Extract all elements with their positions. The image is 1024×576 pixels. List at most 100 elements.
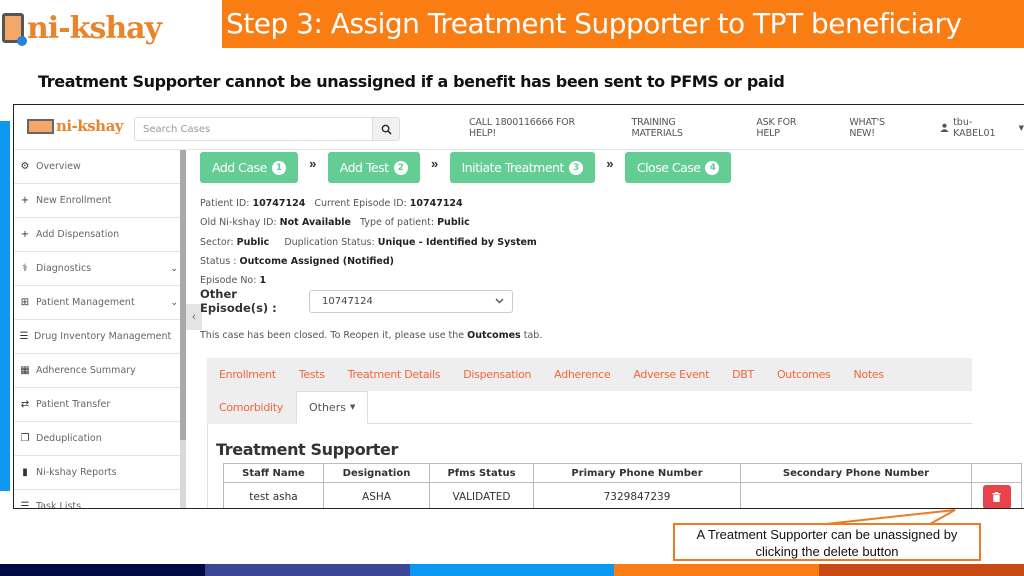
tab-treatment-details[interactable]: Treatment Details	[336, 368, 452, 381]
search-input[interactable]	[134, 117, 372, 141]
tab-comorbidity[interactable]: Comorbidity	[207, 401, 294, 414]
nav-call-help[interactable]: CALL 1800116666 FOR HELP!	[469, 117, 604, 139]
app-logo[interactable]: ni-kshay	[27, 117, 124, 135]
main-content: Add Case 1 » Add Test 2 » Initiate Treatme…	[200, 150, 1024, 508]
msg-text: tab.	[520, 330, 543, 341]
other-episodes: Other Episode(s) : 10747124	[200, 287, 513, 315]
cell-primary-phone: 7329847239	[533, 482, 741, 508]
footer-color-strip	[0, 564, 1024, 576]
patient-id: 10747124	[252, 198, 306, 209]
sidebar-item-drug-inventory-management[interactable]: ☰ Drug Inventory Management	[14, 320, 186, 354]
search-icon	[381, 124, 392, 135]
other-episodes-select[interactable]: 10747124	[309, 289, 513, 313]
case-tabs: Enrollment Tests Treatment Details Dispensa…	[207, 358, 972, 391]
double-chevron-icon: »	[430, 156, 439, 171]
search-button[interactable]	[372, 117, 400, 141]
col-staff-name: Staff Name	[223, 463, 324, 483]
sidebar-item-label: New Enrollment	[36, 195, 112, 206]
sidebar-item-patient-management[interactable]: ⊞ Patient Management ⌄	[14, 286, 186, 320]
file-icon: ▮	[22, 467, 28, 478]
sidebar-item-label: Task Lists	[36, 501, 82, 509]
label: Old Ni-kshay ID:	[200, 217, 277, 229]
patient-id-line: Patient ID: 10747124 Current Episode ID:…	[200, 194, 537, 213]
sidebar-item-label: Overview	[36, 161, 81, 172]
tab-notes[interactable]: Notes	[842, 368, 895, 381]
footer-segment	[204, 564, 410, 576]
tab-outcomes[interactable]: Outcomes	[765, 368, 842, 381]
col-primary-phone: Primary Phone Number	[533, 463, 741, 483]
col-pfms-status: Pfms Status	[429, 463, 534, 483]
sidebar-item-label: Patient Management	[36, 297, 135, 308]
nav-training-materials[interactable]: TRAINING MATERIALS	[631, 117, 729, 139]
episode-id: 10747124	[409, 198, 463, 209]
user-icon	[940, 123, 949, 132]
double-chevron-icon: »	[606, 156, 614, 171]
tab-dbt[interactable]: DBT	[720, 368, 765, 381]
status-line: Status : Outcome Assigned (Notified)	[200, 252, 537, 271]
label: Type of patient:	[360, 217, 435, 229]
col-designation: Designation	[323, 463, 430, 483]
sidebar-item-add-dispensation[interactable]: + Add Dispensation	[14, 218, 186, 252]
footer-segment	[819, 564, 1024, 576]
double-chevron-icon: »	[309, 156, 317, 171]
plus-icon: +	[20, 229, 30, 240]
app-top-nav: ni-kshay CALL 1800116666 FOR HELP! TRAIN…	[14, 105, 1024, 150]
cell-secondary-phone	[740, 482, 972, 508]
stethoscope-icon: ⚕	[22, 263, 28, 274]
tab-enrollment[interactable]: Enrollment	[207, 368, 287, 381]
caret-down-icon: ▼	[1018, 123, 1024, 132]
case-tabs-row2: Comorbidity Others ▼	[207, 390, 972, 424]
logo-text: ni-kshay	[27, 10, 162, 46]
table-header-row: Staff Name Designation Pfms Status Prima…	[223, 463, 1022, 483]
nav-ask-for-help[interactable]: ASK FOR HELP	[756, 117, 822, 139]
close-case-button[interactable]: Close Case 4	[624, 152, 732, 183]
other-episodes-label: Other Episode(s) :	[200, 287, 277, 315]
tab-dispensation[interactable]: Dispensation	[451, 368, 542, 381]
callout-box: A Treatment Supporter can be unassigned …	[673, 523, 981, 561]
old-nikshay-id: Not Available	[279, 217, 351, 229]
chevron-down-icon: ⌄	[170, 263, 178, 274]
old-id-line: Old Ni-kshay ID: Not Available Type of p…	[200, 213, 537, 232]
sidebar-scrollbar-thumb[interactable]	[180, 150, 186, 440]
sidebar-item-ni-kshay-reports[interactable]: ▮ Ni-kshay Reports	[14, 456, 186, 490]
cell-pfms-status: VALIDATED	[429, 482, 534, 508]
sidebar-item-new-enrollment[interactable]: + New Enrollment	[14, 184, 186, 218]
footer-segment	[0, 564, 205, 576]
tablet-icon	[2, 13, 27, 46]
medkit-icon: ⊞	[20, 297, 30, 308]
sidebar-item-task-lists[interactable]: ☰ Task Lists	[14, 490, 186, 509]
sidebar-item-patient-transfer[interactable]: ⇄ Patient Transfer	[14, 388, 186, 422]
tab-adverse-event[interactable]: Adverse Event	[621, 368, 720, 381]
add-case-button[interactable]: Add Case 1	[200, 152, 298, 183]
step-number-badge: 3	[568, 160, 583, 175]
trash-icon	[992, 491, 1001, 502]
sidebar-item-adherence-summary[interactable]: ▦ Adherence Summary	[14, 354, 186, 388]
treatment-supporter-panel: Treatment Supporter Staff Name Designati…	[207, 424, 1024, 508]
sidebar-item-diagnostics[interactable]: ⚕ Diagnostics ⌄	[14, 252, 186, 286]
step-number-badge: 4	[705, 160, 720, 175]
tab-others[interactable]: Others ▼	[295, 390, 369, 424]
tab-tests[interactable]: Tests	[287, 368, 336, 381]
sidebar-item-overview[interactable]: ⚙ Overview	[14, 150, 186, 184]
episode-number: 1	[259, 275, 267, 287]
cell-staff-name: test asha	[223, 482, 324, 508]
add-test-button[interactable]: Add Test 2	[327, 152, 420, 183]
tab-adherence[interactable]: Adherence	[542, 368, 621, 381]
step-number-badge: 1	[271, 160, 286, 175]
calendar-icon: ▦	[20, 365, 30, 376]
slide-subtitle: Treatment Supporter cannot be unassigned…	[38, 72, 785, 91]
treatment-supporter-table: Staff Name Designation Pfms Status Prima…	[223, 463, 1022, 508]
app-screenshot: ni-kshay CALL 1800116666 FOR HELP! TRAIN…	[13, 104, 1024, 509]
app-logo-text: ni-kshay	[56, 117, 124, 135]
nav-links: CALL 1800116666 FOR HELP! TRAINING MATER…	[469, 105, 1024, 150]
user-menu[interactable]: tbu-KABEL01 ▼	[940, 117, 1024, 139]
patient-info: Patient ID: 10747124 Current Episode ID:…	[200, 194, 537, 290]
case-status: Outcome Assigned (Notified)	[239, 255, 394, 267]
sidebar-item-deduplication[interactable]: ❐ Deduplication	[14, 422, 186, 456]
copy-icon: ❐	[20, 433, 30, 444]
delete-supporter-button[interactable]	[982, 484, 1011, 508]
workflow-steps: Add Case 1 » Add Test 2 » Initiate Treatme…	[200, 152, 732, 183]
label: Status :	[200, 255, 237, 267]
initiate-treatment-button[interactable]: Initiate Treatment 3	[449, 152, 595, 183]
nav-whats-new[interactable]: WHAT'S NEW!	[849, 117, 913, 139]
